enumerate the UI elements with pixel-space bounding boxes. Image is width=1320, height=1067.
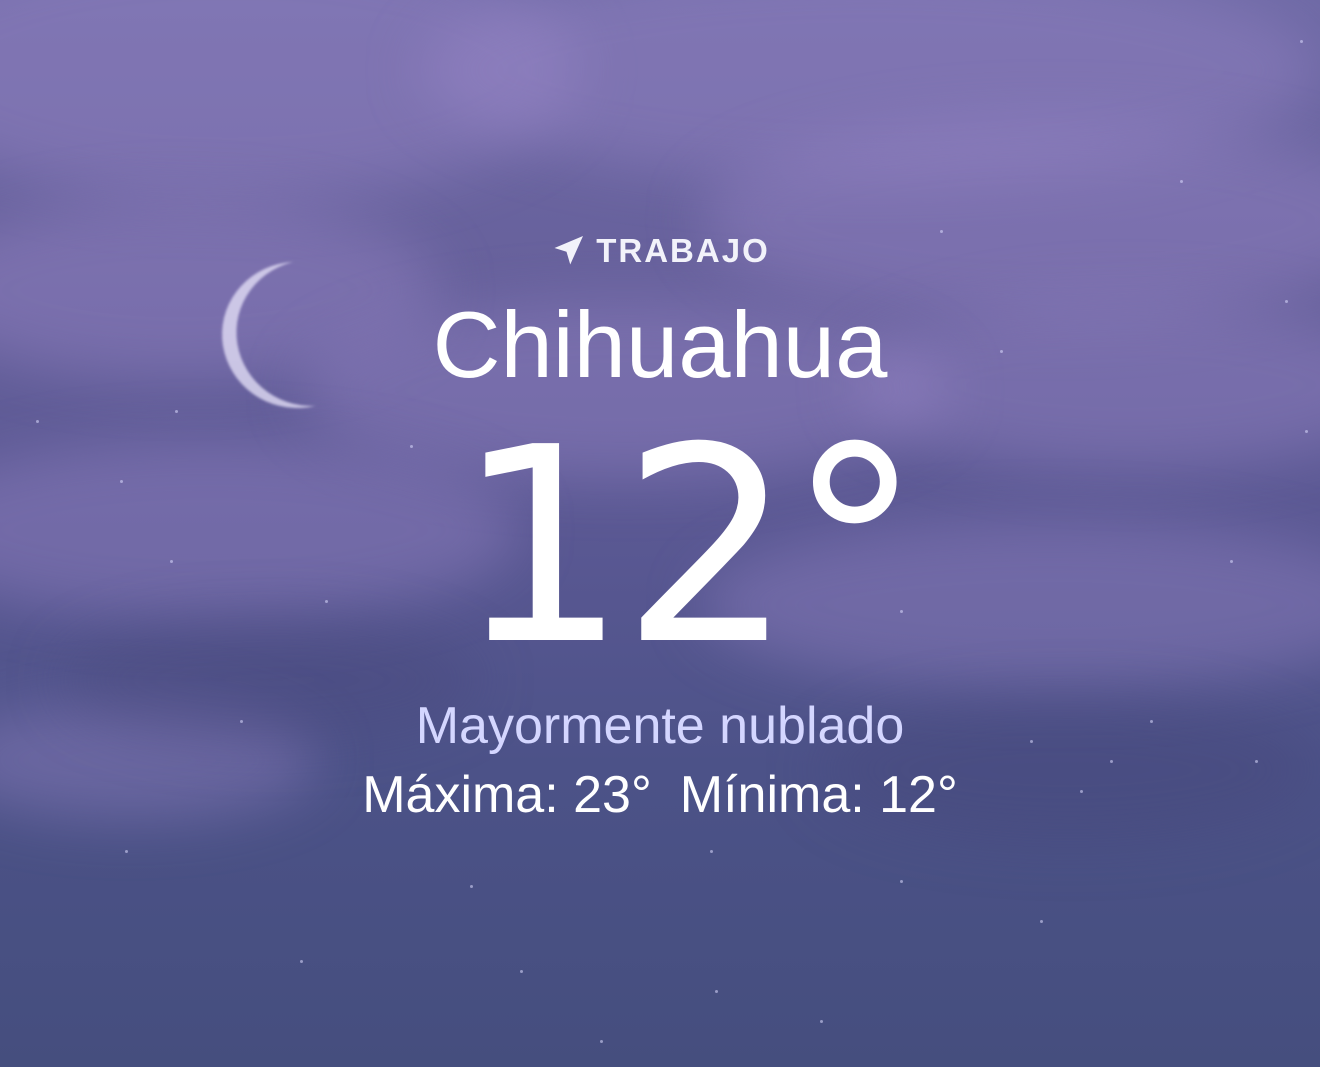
location-arrow-icon	[554, 236, 584, 265]
current-temperature: 12°	[455, 389, 923, 704]
high-temperature: Máxima: 23°	[362, 766, 652, 824]
location-label: TRABAJO	[596, 232, 770, 269]
location-row[interactable]: TRABAJO	[0, 232, 1320, 270]
weather-header: TRABAJO Chihuahua 12° Mayormente nublado…	[0, 0, 1320, 1067]
low-temperature: Mínima: 12°	[679, 766, 958, 824]
weather-condition: Mayormente nublado	[415, 697, 905, 755]
high-low-temperatures: Máxima: 23° Mínima: 12°	[0, 762, 1320, 828]
city-name: Chihuahua	[432, 292, 888, 397]
